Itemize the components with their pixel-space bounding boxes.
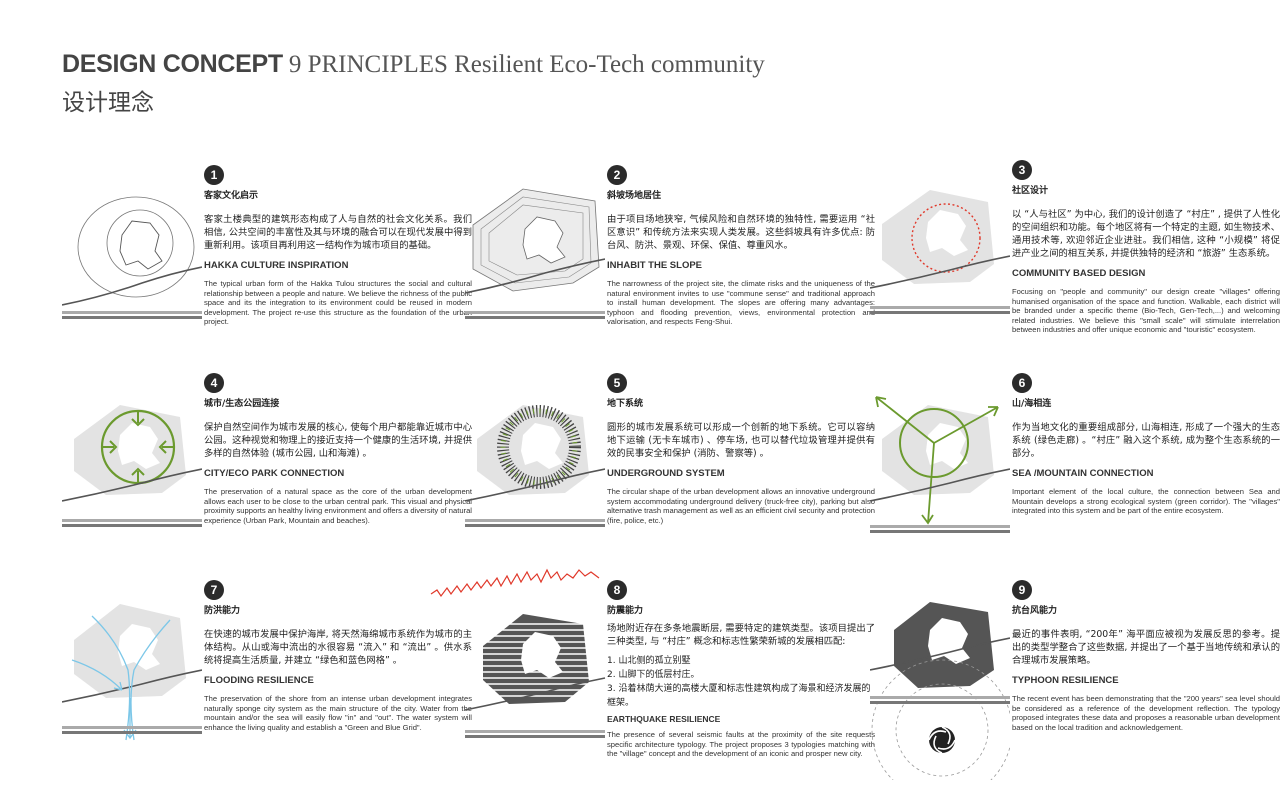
page-title-cn: 设计理念 [62, 90, 154, 116]
principle-title-en: SEA /MOUNTAIN CONNECTION [1012, 468, 1154, 479]
principle-number: 4 [204, 373, 224, 393]
list-item: 2. 山脚下的低层村庄。 [607, 670, 700, 680]
illustration-flooding [62, 580, 202, 780]
principle-body-cn: 以 “人与社区” 为中心, 我们的设计创造了 “村庄” , 提供了人性化的空间组… [1012, 209, 1280, 259]
principle-body-en: The typical urban form of the Hakka Tulo… [204, 279, 472, 327]
principle-title-cn: 社区设计 [1012, 186, 1049, 196]
illustration-earthquake [430, 568, 606, 780]
illustration-eco-park [62, 373, 202, 573]
principle-body-cn: 圆形的城市发展系统可以形成一个创新的地下系统。它可以容纳地下运输 (无卡车城市)… [607, 422, 875, 459]
principle-body-cn: 作为当地文化的重要组成部分, 山海相连, 形成了一个强大的生态系统 (绿色走廊)… [1012, 422, 1280, 459]
principle-number: 7 [204, 580, 224, 600]
principle-title-en: EARTHQUAKE RESILIENCE [607, 714, 721, 724]
principle-body-en: Important element of the local culture, … [1012, 487, 1280, 516]
principle-title-en: FLOODING RESILIENCE [204, 675, 314, 686]
principle-title-cn: 抗台风能力 [1012, 606, 1058, 616]
principle-2: 2 斜坡场地居住 由于项目场地狭窄, 气候风险和自然环境的独特性, 需要运用 “… [465, 165, 875, 365]
principle-number: 2 [607, 165, 627, 185]
principle-title-en: INHABIT THE SLOPE [607, 260, 703, 271]
principle-4: 4 城市/生态公园连接 保护自然空间作为城市发展的核心, 使每个用户都能靠近城市… [62, 373, 472, 573]
principle-number: 3 [1012, 160, 1032, 180]
principle-number: 5 [607, 373, 627, 393]
typology-list: 1. 山北侧的孤立别墅 2. 山脚下的低层村庄。 3. 沿着林荫大道的高楼大厦和… [607, 654, 875, 710]
principle-title-cn: 山/海相连 [1012, 399, 1052, 409]
principle-number: 9 [1012, 580, 1032, 600]
list-item: 3. 沿着林荫大道的高楼大厦和标志性建筑构成了海景和经济发展的框架。 [607, 684, 871, 708]
principle-body-en: The narrowness of the project site, the … [607, 279, 875, 327]
principle-3: 3 社区设计 以 “人与社区” 为中心, 我们的设计创造了 “村庄” , 提供了… [870, 160, 1280, 360]
principle-7: 7 防洪能力 在快速的城市发展中保护海岸, 将天然海绵城市系统作为城市的主体结构… [62, 580, 472, 780]
principle-title-en: TYPHOON RESILIENCE [1012, 675, 1119, 686]
principle-body-cn: 最近的事件表明, “200年” 海平面应被视为发展反思的参考。提出的类型学整合了… [1012, 629, 1280, 666]
principle-title-en: COMMUNITY BASED DESIGN [1012, 268, 1146, 279]
principle-number: 1 [204, 165, 224, 185]
principle-number: 6 [1012, 373, 1032, 393]
principle-5: 5 地下系统 圆形的城市发展系统可以形成一个创新的地下系统。它可以容纳地下运输 … [465, 373, 875, 573]
principle-title-en: UNDERGROUND SYSTEM [607, 468, 725, 479]
illustration-typhoon [870, 580, 1010, 780]
illustration-underground [465, 373, 605, 573]
principle-body-en: The preservation of the shore from an in… [204, 694, 472, 732]
illustration-sea-mountain [870, 373, 1010, 573]
principle-body-en: The recent event has been demonstrating … [1012, 694, 1280, 732]
principle-body-cn: 保护自然空间作为城市发展的核心, 使每个用户都能靠近城市中心公园。这种视觉和物理… [204, 422, 472, 459]
principle-body-cn: 在快速的城市发展中保护海岸, 将天然海绵城市系统作为城市的主体结构。从山或海中流… [204, 629, 472, 666]
illustration-slope [465, 165, 605, 365]
principle-body-cn: 客家土楼典型的建筑形态构成了人与自然的社会文化关系。我们相信, 公共空间的丰富性… [204, 214, 472, 251]
principle-title-cn: 客家文化启示 [204, 191, 259, 201]
page-title: DESIGN CONCEPT [62, 50, 283, 78]
principle-body-en: The presence of several seismic faults a… [607, 730, 875, 759]
principle-title-en: HAKKA CULTURE INSPIRATION [204, 260, 349, 271]
page-subtitle: 9 PRINCIPLES Resilient Eco-Tech communit… [288, 51, 765, 78]
principle-title-cn: 地下系统 [607, 399, 644, 409]
illustration-community [870, 160, 1010, 360]
principle-9: 9 抗台风能力 最近的事件表明, “200年” 海平面应被视为发展反思的参考。提… [870, 580, 1280, 780]
principle-title-cn: 防震能力 [607, 606, 644, 616]
illustration-hakka [62, 165, 202, 365]
principle-1: 1 客家文化启示 客家土楼典型的建筑形态构成了人与自然的社会文化关系。我们相信,… [62, 165, 472, 365]
principle-number: 8 [607, 580, 627, 600]
principle-body-cn: 场地附近存在多条地震断层, 需要特定的建筑类型。该项目提出了三种类型, 与 “村… [607, 623, 875, 647]
principle-6: 6 山/海相连 作为当地文化的重要组成部分, 山海相连, 形成了一个强大的生态系… [870, 373, 1280, 573]
principle-body-en: The circular shape of the urban developm… [607, 487, 875, 525]
principle-body-cn: 由于项目场地狭窄, 气候风险和自然环境的独特性, 需要运用 “社区意识” 和传统… [607, 214, 875, 251]
principle-title-cn: 斜坡场地居住 [607, 191, 662, 201]
principle-8: 8 防震能力 场地附近存在多条地震断层, 需要特定的建筑类型。该项目提出了三种类… [430, 568, 875, 780]
list-item: 1. 山北侧的孤立别墅 [607, 656, 691, 666]
principle-title-cn: 防洪能力 [204, 606, 241, 616]
page-header: DESIGN CONCEPT 9 PRINCIPLES Resilient Eco… [62, 50, 765, 117]
principle-body-en: The preservation of a natural space as t… [204, 487, 472, 525]
principle-body-en: Focusing on "people and community" our d… [1012, 287, 1280, 335]
principle-title-en: CITY/ECO PARK CONNECTION [204, 468, 345, 479]
principle-title-cn: 城市/生态公园连接 [204, 399, 280, 409]
